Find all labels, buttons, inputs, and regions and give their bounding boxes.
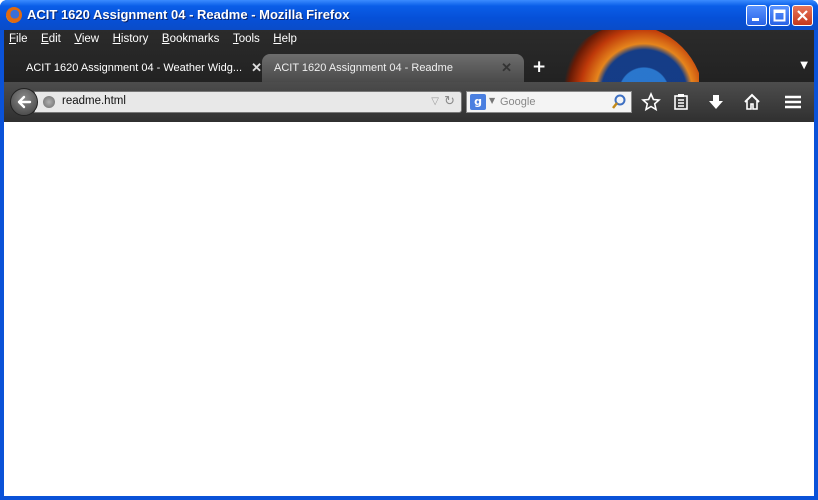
menu-edit[interactable]: Edit — [41, 33, 61, 45]
new-tab-icon[interactable]: + — [532, 57, 546, 77]
bookmarks-menu-icon[interactable] — [671, 92, 691, 112]
site-identity-icon[interactable] — [43, 96, 55, 108]
search-icon[interactable] — [611, 94, 627, 113]
browser-window: ACIT 1620 Assignment 04 - Readme - Mozil… — [0, 0, 818, 500]
menu-bookmarks[interactable]: Bookmarks — [162, 33, 220, 45]
close-tab-icon[interactable]: ✕ — [501, 60, 512, 76]
search-input[interactable]: Google — [500, 96, 535, 108]
url-bar[interactable]: readme.html ▽ ↻ — [34, 91, 462, 113]
home-icon[interactable] — [742, 92, 762, 112]
menu-history[interactable]: History — [113, 33, 149, 45]
tab-weather-widget[interactable]: ACIT 1620 Assignment 04 - Weather Widg..… — [14, 54, 274, 82]
menu-view[interactable]: View — [74, 33, 99, 45]
search-bar[interactable]: g ▼ Google — [466, 91, 632, 113]
minimize-button[interactable] — [746, 5, 767, 26]
tab-readme[interactable]: ACIT 1620 Assignment 04 - Readme ✕ — [262, 54, 524, 82]
hamburger-menu-icon[interactable] — [783, 92, 803, 112]
title-bar[interactable]: ACIT 1620 Assignment 04 - Readme - Mozil… — [0, 0, 818, 30]
bookmark-star-icon[interactable] — [641, 91, 661, 112]
back-button[interactable] — [10, 88, 38, 116]
url-text[interactable]: readme.html — [62, 95, 126, 107]
firefox-icon — [6, 7, 22, 23]
window-title: ACIT 1620 Assignment 04 - Readme - Mozil… — [27, 7, 350, 22]
browser-chrome: File Edit View History Bookmarks Tools H… — [4, 30, 814, 122]
tab-label: ACIT 1620 Assignment 04 - Readme — [274, 62, 453, 74]
close-button[interactable] — [792, 5, 813, 26]
menu-help[interactable]: Help — [273, 33, 297, 45]
google-icon[interactable]: g — [470, 94, 486, 110]
url-history-dropdown-icon[interactable]: ▽ — [431, 96, 439, 107]
menu-tools[interactable]: Tools — [233, 33, 260, 45]
navigation-toolbar: readme.html ▽ ↻ g ▼ Google — [4, 82, 814, 122]
downloads-icon[interactable] — [706, 92, 726, 112]
search-engine-dropdown-icon[interactable]: ▼ — [489, 96, 495, 105]
menu-bar: File Edit View History Bookmarks Tools H… — [4, 32, 302, 50]
menu-file[interactable]: File — [9, 33, 28, 45]
reload-icon[interactable]: ↻ — [444, 94, 455, 109]
tab-list-chevron-icon[interactable]: ▼ — [800, 60, 808, 71]
page-content-area[interactable] — [4, 122, 814, 496]
maximize-button[interactable] — [769, 5, 790, 26]
tab-label: ACIT 1620 Assignment 04 - Weather Widg..… — [26, 62, 243, 74]
close-tab-icon[interactable]: ✕ — [251, 60, 262, 76]
